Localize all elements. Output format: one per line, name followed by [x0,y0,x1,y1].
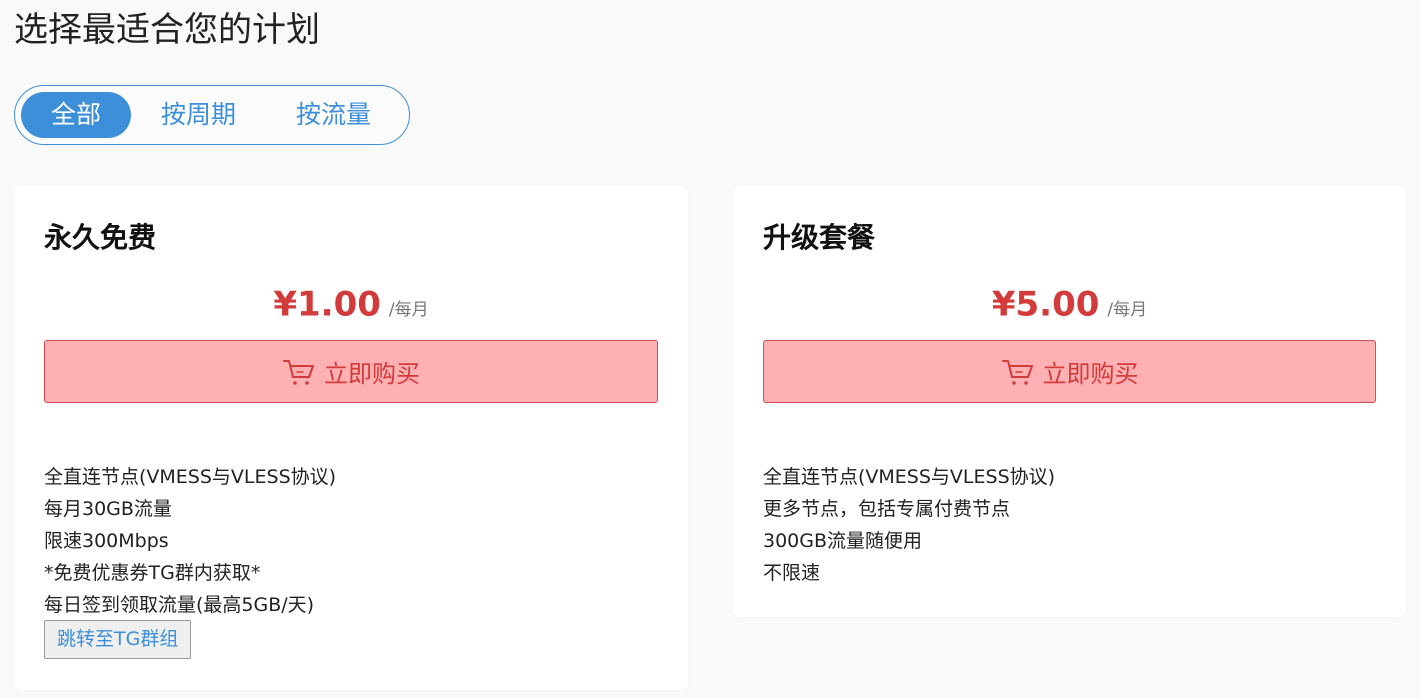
feature-item: 更多节点，包括专属付费节点 [763,498,1011,520]
buy-button[interactable]: 立即购买 [44,340,658,403]
price-row: ¥5.00/每月 [763,283,1376,331]
shopping-cart-icon [1001,359,1033,385]
plan-period: /每月 [388,300,429,320]
feature-list: 全直连节点(VMESS与VLESS协议) 更多节点，包括专属付费节点 300GB… [763,461,1055,589]
feature-item: 限速300Mbps [44,530,169,552]
feature-item: 不限速 [763,562,821,584]
feature-item: 全直连节点(VMESS与VLESS协议) [763,466,1056,488]
plan-name: 永久免费 [44,221,157,254]
buy-button[interactable]: 立即购买 [763,340,1376,403]
feature-item: *免费优惠券TG群内获取* [44,562,261,584]
plan-filter-tabs: 全部 按周期 按流量 [14,85,410,145]
plan-card-free: 永久免费 ¥1.00/每月 立即购买 全直连节点(VMESS与VLESS协议) … [14,185,688,690]
price-row: ¥1.00/每月 [44,283,658,331]
plan-price: ¥5.00 [991,284,1100,325]
plan-period: /每月 [1107,300,1148,320]
plan-card-upgrade: 升级套餐 ¥5.00/每月 立即购买 全直连节点(VMESS与VLESS协议) … [733,185,1406,617]
join-tg-group-button[interactable]: 跳转至TG群组 [44,620,192,659]
feature-item: 每月30GB流量 [44,498,172,520]
page-title: 选择最适合您的计划 [14,10,320,50]
buy-button-label: 立即购买 [1042,360,1139,388]
buy-button-label: 立即购买 [324,360,420,388]
shopping-cart-icon [283,359,314,385]
plan-name: 升级套餐 [763,221,876,254]
feature-item: 300GB流量随便用 [763,530,923,552]
feature-item: 每日签到领取流量(最高5GB/天) [44,594,315,616]
tab-by-period[interactable]: 按周期 [131,92,266,138]
tab-all[interactable]: 全部 [21,92,131,138]
tab-by-traffic[interactable]: 按流量 [266,92,401,138]
feature-item: 全直连节点(VMESS与VLESS协议) [44,466,337,488]
plan-price: ¥1.00 [273,284,381,325]
feature-list: 全直连节点(VMESS与VLESS协议) 每月30GB流量 限速300Mbps … [44,461,336,621]
